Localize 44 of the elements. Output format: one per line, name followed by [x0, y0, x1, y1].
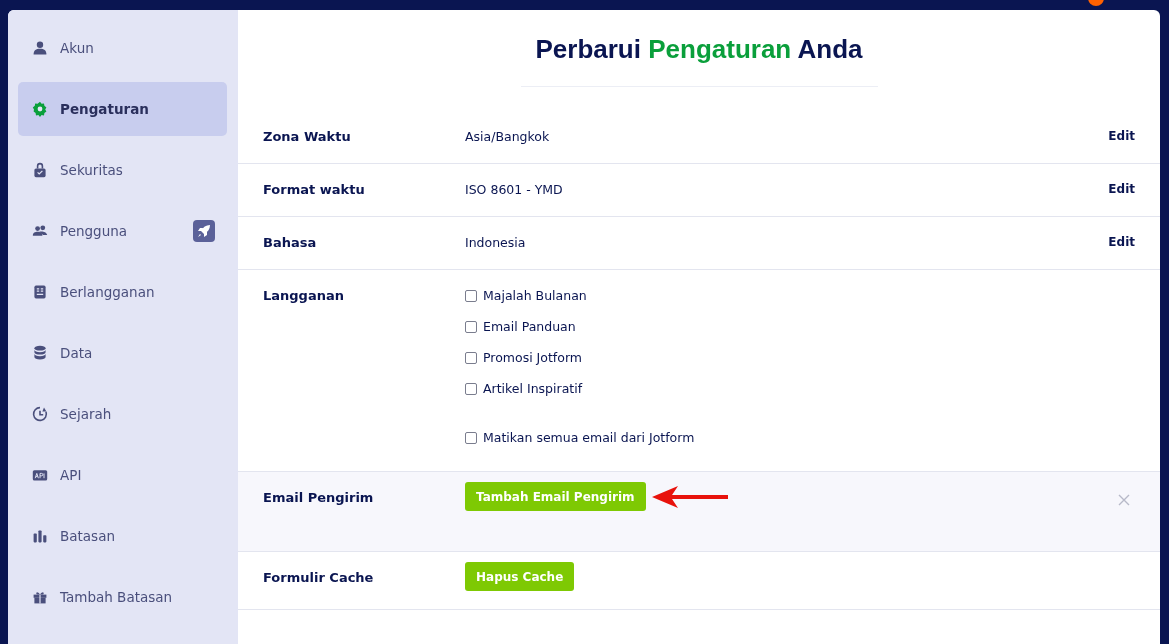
sidebar-item[interactable]: Batasan: [18, 509, 227, 563]
sidebar-item[interactable]: Akun: [18, 21, 227, 75]
sidebar-item[interactable]: Sejarah: [18, 387, 227, 441]
checkbox[interactable]: [465, 431, 477, 444]
checkbox-label: Majalah Bulanan: [483, 288, 587, 303]
db-icon: [32, 345, 48, 361]
checkbox[interactable]: [465, 320, 477, 333]
setting-label: Zona Waktu: [263, 129, 352, 145]
edit-link[interactable]: Edit: [1108, 182, 1135, 196]
checkbox-label: Matikan semua email dari Jotform: [483, 430, 695, 445]
sidebar-item[interactable]: API: [18, 448, 227, 502]
sidebar-item[interactable]: Sekuritas: [18, 143, 227, 197]
checkbox[interactable]: [465, 289, 477, 302]
setting-label: Formulir Cache: [263, 570, 375, 587]
checkbox-label: Promosi Jotform: [483, 350, 582, 365]
lock-icon: [32, 162, 48, 178]
bars-icon: [32, 528, 48, 544]
page-title: Perbarui Pengaturan Anda: [535, 34, 863, 65]
history-icon: [32, 406, 48, 422]
sidebar-item[interactable]: Tambah Batasan: [18, 570, 227, 624]
sidebar-item[interactable]: Pengaturan: [18, 82, 227, 136]
setting-label: Langganan: [263, 288, 345, 305]
edit-link[interactable]: Edit: [1108, 129, 1135, 143]
checkbox[interactable]: [465, 382, 477, 395]
sidebar-item[interactable]: Pengguna: [18, 204, 227, 258]
checkbox-label: Artikel Inspiratif: [483, 381, 583, 396]
checkbox[interactable]: [465, 351, 477, 364]
gear-icon: [32, 101, 48, 117]
setting-label: Email Pengirim: [263, 490, 375, 507]
setting-value: Asia/Bangkok: [465, 129, 551, 144]
setting-value: ISO 8601 - YMD: [465, 182, 564, 197]
setting-value: Indonesia: [465, 235, 527, 250]
user-icon: [32, 40, 48, 56]
edit-link[interactable]: Edit: [1108, 235, 1135, 249]
sidebar-item[interactable]: Berlangganan: [18, 265, 227, 319]
api-icon: [32, 467, 48, 483]
users-icon: [32, 223, 48, 239]
sidebar-item[interactable]: Data: [18, 326, 227, 380]
receipt-icon: [32, 284, 48, 300]
setting-label: Bahasa: [263, 235, 318, 251]
gift-icon: [32, 589, 48, 605]
rocket-icon[interactable]: [193, 220, 215, 242]
checkbox-label: Email Panduan: [483, 319, 576, 334]
setting-label: Format waktu: [263, 182, 366, 198]
